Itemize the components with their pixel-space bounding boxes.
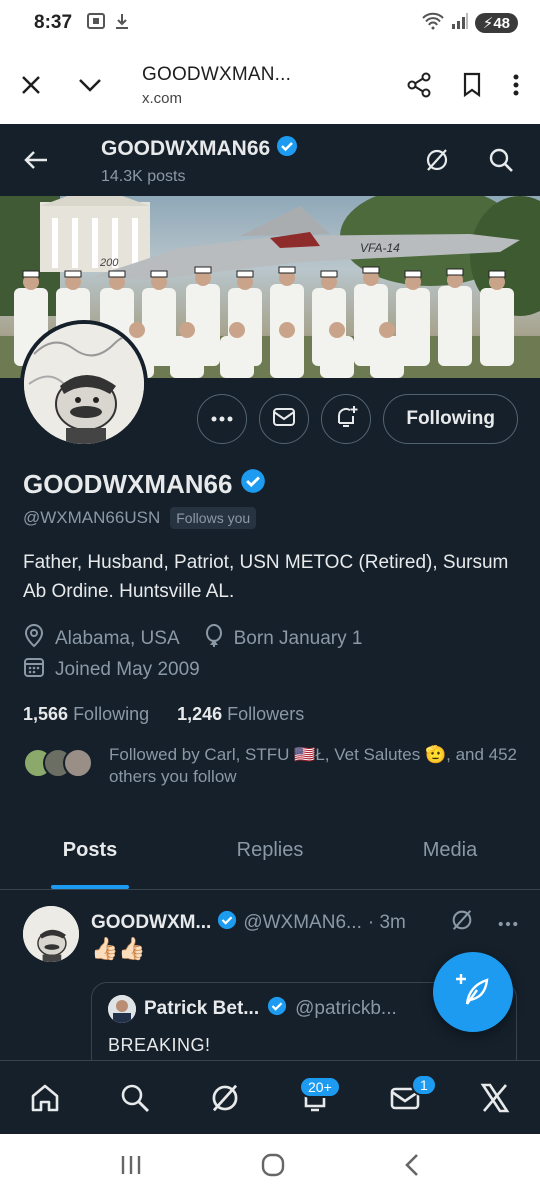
- page-title: GOODWXMAN...: [142, 63, 292, 85]
- profile-header: GOODWXMAN66 14.3K posts: [0, 124, 540, 196]
- messages-icon[interactable]: 1: [375, 1068, 437, 1128]
- status-time: 8:37: [34, 12, 73, 33]
- url-block[interactable]: GOODWXMAN... x.com: [142, 64, 291, 107]
- followers-count-link[interactable]: 1,246 Followers: [177, 704, 304, 725]
- followed-by-row[interactable]: Followed by Carl, STFU 🇺🇸Ł, Vet Salutes …: [23, 744, 529, 788]
- location-pin-icon: [23, 624, 45, 654]
- quoted-post-text: BREAKING!: [108, 1035, 211, 1055]
- more-vertical-icon[interactable]: [512, 73, 520, 97]
- profile-avatar[interactable]: [20, 320, 148, 448]
- browser-toolbar: GOODWXMAN... x.com: [0, 46, 540, 124]
- back-arrow-icon[interactable]: [16, 149, 56, 171]
- profile-name: GOODWXMAN66: [23, 468, 266, 501]
- grok-icon[interactable]: [450, 908, 474, 937]
- profile-handle: @WXMAN66USN: [23, 508, 161, 527]
- signal-icon: [451, 12, 469, 34]
- profile-bio: Father, Husband, Patriot, USN METOC (Ret…: [23, 552, 509, 602]
- calendar-icon: [23, 656, 45, 684]
- profile-birthday: Born January 1: [233, 628, 363, 649]
- jet-number: 200: [99, 257, 119, 269]
- avatar: [63, 748, 93, 778]
- following-button[interactable]: Following: [383, 394, 518, 444]
- followed-by-text: Followed by Carl, STFU 🇺🇸Ł, Vet Salutes …: [109, 745, 518, 786]
- compose-post-button[interactable]: [433, 952, 513, 1032]
- profile-joined: Joined May 2009: [55, 659, 200, 680]
- post-time: · 3m: [367, 912, 406, 933]
- post-author-handle: @WXMAN6...: [243, 912, 362, 933]
- notify-button[interactable]: [321, 394, 372, 444]
- profile-meta-row: Alabama, USA Born January 1: [23, 624, 362, 654]
- verified-badge-icon: [267, 996, 287, 1022]
- profile-location: Alabama, USA: [55, 628, 180, 649]
- notifications-badge: 20+: [299, 1075, 341, 1098]
- bell-plus-icon: [333, 404, 359, 435]
- envelope-icon: [272, 407, 296, 432]
- followed-by-avatars: [23, 748, 93, 778]
- back-icon[interactable]: [403, 1152, 421, 1183]
- bottom-nav: 20+ 1: [0, 1060, 540, 1134]
- post-more-icon[interactable]: [498, 914, 518, 932]
- chevron-down-icon[interactable]: [78, 77, 102, 93]
- home-icon[interactable]: [15, 1068, 75, 1128]
- status-bar: 8:37 ⚡48: [0, 0, 540, 46]
- system-nav-bar: [0, 1134, 540, 1200]
- messages-badge: 1: [411, 1073, 437, 1096]
- following-count-link[interactable]: 1,566 Following: [23, 704, 149, 725]
- feather-plus-icon: [455, 972, 491, 1013]
- jet-label: VFA-14: [360, 241, 400, 255]
- tab-replies[interactable]: Replies: [180, 812, 360, 889]
- download-icon: [114, 12, 130, 35]
- bookmark-icon[interactable]: [462, 72, 482, 98]
- message-button[interactable]: [259, 394, 310, 444]
- grok-icon[interactable]: [195, 1068, 255, 1128]
- home-circle-icon[interactable]: [260, 1152, 286, 1183]
- profile-tabs: Posts Replies Media: [0, 812, 540, 890]
- quoted-author-name: Patrick Bet...: [144, 998, 260, 1019]
- quoted-author-avatar: [108, 995, 136, 1023]
- verified-badge-icon: [240, 468, 266, 501]
- grok-icon[interactable]: [424, 147, 450, 173]
- profile-joined-row: Joined May 2009: [23, 656, 200, 684]
- quoted-author-handle: @patrickb...: [295, 998, 397, 1019]
- page-url: x.com: [142, 89, 183, 107]
- header-name: GOODWXMAN66: [101, 135, 298, 163]
- search-icon[interactable]: [105, 1068, 165, 1128]
- verified-badge-icon: [276, 135, 298, 163]
- post-author-name[interactable]: GOODWXM...: [91, 912, 211, 934]
- wifi-icon: [421, 12, 445, 35]
- screenshot-icon: [86, 12, 106, 35]
- search-icon[interactable]: [488, 147, 514, 173]
- follows-you-badge: Follows you: [170, 507, 257, 529]
- post-author-avatar[interactable]: [23, 906, 79, 962]
- tab-media[interactable]: Media: [360, 812, 540, 889]
- recent-apps-icon[interactable]: [119, 1154, 143, 1181]
- post-text: 👍🏻👍🏻: [91, 936, 146, 961]
- verified-badge-icon: [217, 910, 237, 936]
- notifications-icon[interactable]: 20+: [285, 1068, 345, 1128]
- balloon-icon: [204, 624, 224, 654]
- share-icon[interactable]: [406, 72, 432, 98]
- x-logo-icon[interactable]: [465, 1068, 525, 1128]
- tab-posts[interactable]: Posts: [0, 812, 180, 889]
- more-options-button[interactable]: [197, 394, 248, 444]
- battery-indicator: ⚡48: [474, 13, 518, 33]
- header-post-count: 14.3K posts: [101, 167, 186, 185]
- close-icon[interactable]: [20, 74, 42, 96]
